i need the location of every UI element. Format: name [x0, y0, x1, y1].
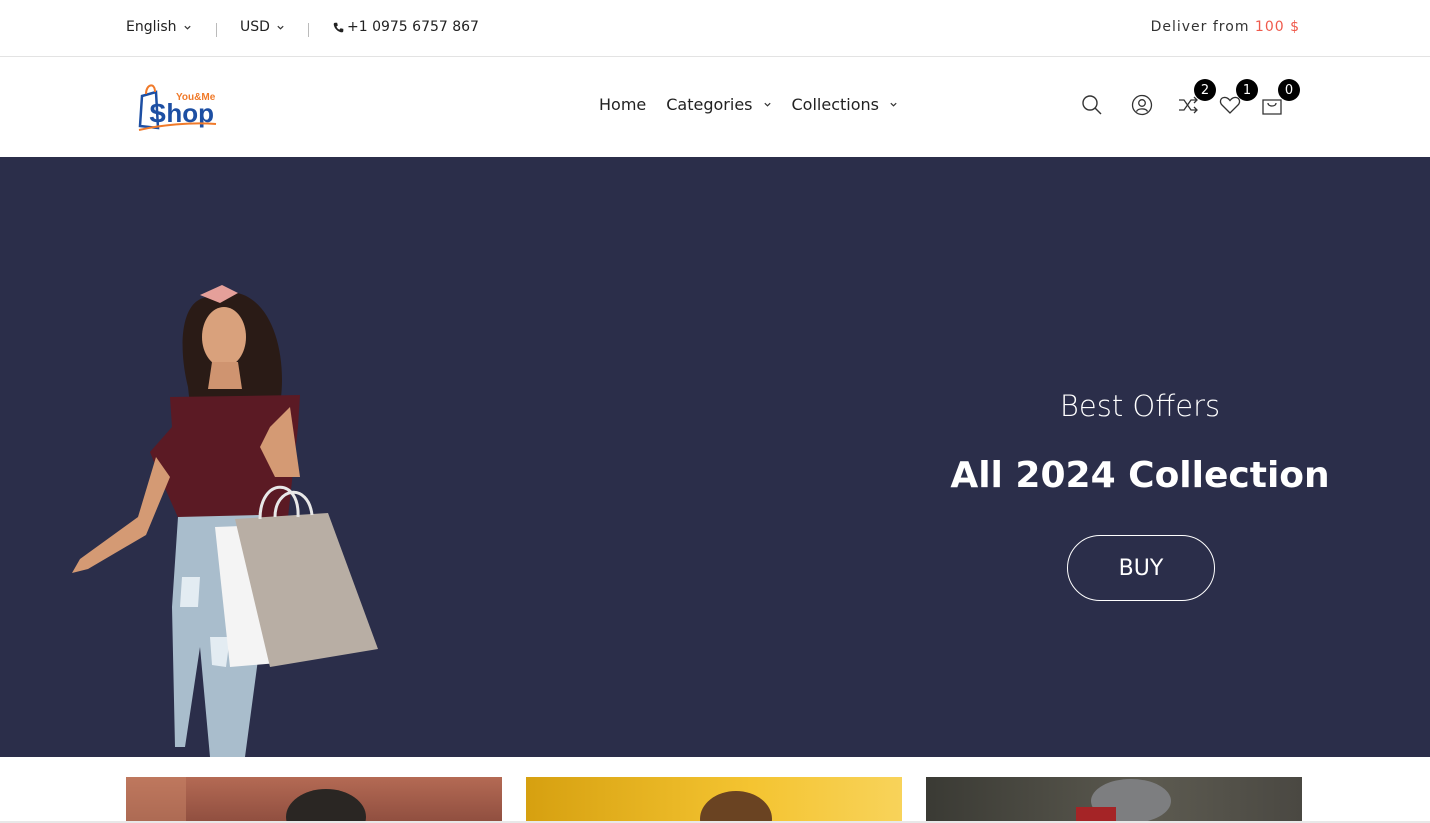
category-cards — [0, 757, 1430, 823]
chevron-down-icon — [183, 25, 191, 30]
divider — [216, 23, 217, 37]
hero-model-image — [72, 285, 378, 757]
card-photo — [1076, 779, 1171, 823]
nav-categories[interactable]: Categories — [666, 95, 771, 114]
divider — [308, 23, 309, 37]
category-card-image[interactable] — [526, 777, 902, 823]
wishlist-button[interactable]: 1 — [1218, 79, 1258, 117]
top-bar: English USD +1 0975 6757 867 Deliver fro… — [0, 0, 1430, 57]
phone-icon — [333, 22, 344, 32]
account-button[interactable] — [1130, 93, 1154, 117]
language-label: English — [126, 19, 177, 35]
phone-link[interactable]: +1 0975 6757 867 — [333, 19, 479, 35]
buy-button[interactable]: BUY — [1067, 535, 1215, 601]
currency-label: USD — [240, 19, 270, 35]
main-header: You&Me Shop Home Categories Collections … — [0, 57, 1430, 157]
nav-home-label: Home — [599, 95, 647, 114]
category-card-image[interactable] — [126, 777, 502, 823]
chevron-down-icon — [890, 102, 897, 107]
hero-subtitle: Best Offers — [1059, 389, 1221, 423]
main-nav: Home Categories Collections — [599, 95, 918, 114]
cart-count-badge: 0 — [1278, 79, 1300, 101]
deliver-amount: 100 $ — [1254, 19, 1300, 35]
search-button[interactable] — [1080, 93, 1104, 117]
delivery-notice: Deliver from 100 $ — [1151, 19, 1300, 35]
nav-home[interactable]: Home — [599, 95, 646, 114]
compare-count-badge: 2 — [1194, 79, 1216, 101]
card-photo — [126, 777, 366, 823]
search-icon — [1082, 95, 1102, 115]
nav-collections-label: Collections — [791, 95, 879, 114]
shop-logo[interactable]: You&Me Shop — [136, 78, 226, 134]
chevron-down-icon — [277, 25, 284, 30]
hero-banner: Best Offers All 2024 Collection BUY — [0, 157, 1430, 757]
nav-categories-label: Categories — [666, 95, 753, 114]
nav-collections[interactable]: Collections — [792, 95, 898, 114]
language-selector[interactable]: English — [126, 19, 192, 35]
hero-title: All 2024 Collection — [950, 455, 1330, 496]
chevron-down-icon — [763, 102, 771, 107]
phone-number: +1 0975 6757 867 — [347, 19, 479, 35]
deliver-label: Deliver from — [1150, 19, 1250, 35]
user-icon — [1131, 94, 1153, 116]
wishlist-count-badge: 1 — [1236, 79, 1258, 101]
compare-button[interactable]: 2 — [1176, 79, 1216, 117]
cart-button[interactable]: 0 — [1260, 79, 1300, 117]
currency-selector[interactable]: USD — [240, 19, 285, 35]
category-card-image[interactable] — [926, 777, 1302, 823]
card-photo — [700, 791, 772, 823]
